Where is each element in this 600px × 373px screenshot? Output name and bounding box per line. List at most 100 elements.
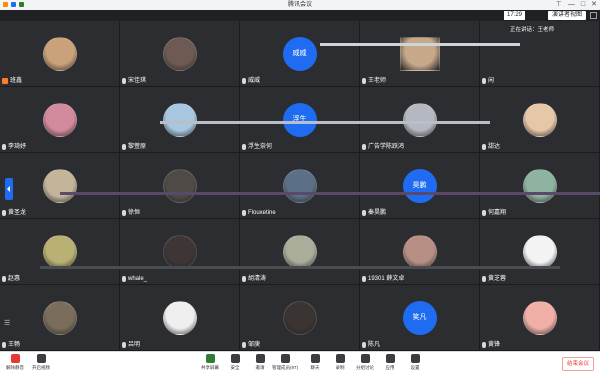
participant-name: 王老师 <box>362 77 386 85</box>
shield-icon <box>230 354 240 363</box>
participant-tile[interactable]: 宋佳琪 <box>120 21 240 87</box>
invite-button[interactable]: 邀请 <box>247 354 273 371</box>
participant-name-label: 王老师 <box>368 78 387 84</box>
participant-tile[interactable]: 广告学陈跃鸿 <box>360 87 480 153</box>
microphone-icon <box>10 354 20 363</box>
participant-tile[interactable]: 班鑫 <box>0 21 120 87</box>
participant-name-label: 胡清涛 <box>248 276 267 282</box>
participant-name: 黎萱原 <box>122 143 146 151</box>
mic-muted-icon <box>122 276 126 282</box>
participant-tile[interactable]: Flouxetine <box>240 153 360 219</box>
record-button[interactable]: 录制 <box>327 354 353 371</box>
microphone-button[interactable]: 解除静音 <box>2 354 28 371</box>
toolbar-label: 分组讨论 <box>356 365 374 370</box>
participant-name: 班鑫 <box>2 77 22 85</box>
participant-tile[interactable]: 黎萱原 <box>120 87 240 153</box>
participant-tile[interactable]: whale_ <box>120 219 240 285</box>
participant-tile[interactable]: 浮生 浮生奈何 <box>240 87 360 153</box>
avatar <box>162 301 197 335</box>
speaker-view-button[interactable]: 演讲者视图 <box>547 11 586 20</box>
participant-tile[interactable]: 吕明 <box>120 285 240 351</box>
menu-icon[interactable]: ☰ <box>4 320 12 328</box>
render-artifact <box>60 192 600 195</box>
participant-tile[interactable]: 胡清涛 <box>240 219 360 285</box>
participant-tile[interactable]: 王畅 <box>0 285 120 351</box>
avatar <box>522 301 557 335</box>
participant-tile[interactable]: 黄芝蓉 <box>480 219 600 285</box>
mic-muted-icon <box>482 144 486 150</box>
avatar <box>162 37 197 71</box>
mic-muted-icon <box>362 144 366 150</box>
participant-name-label: 陈凡 <box>368 342 381 348</box>
toolbar-label: 应用 <box>385 365 395 370</box>
minimize-icon[interactable]: — <box>568 0 575 10</box>
mic-muted-icon <box>122 78 126 84</box>
participant-name: 秦昊鹏 <box>362 209 386 217</box>
participant-name-label: 何嘉翔 <box>488 210 507 216</box>
apps-button[interactable]: 应用 <box>377 354 403 371</box>
participant-tile[interactable]: 王老师 <box>360 21 480 87</box>
settings-button[interactable]: 设置 <box>402 354 428 371</box>
participant-tile[interactable]: 李琦妤 <box>0 87 120 153</box>
participant-tile[interactable]: 何嘉翔 <box>480 153 600 219</box>
fullscreen-icon[interactable] <box>590 12 597 19</box>
camera-button[interactable]: 开启视频 <box>28 354 54 371</box>
window-controls: ⊤ — □ ✕ <box>556 0 597 10</box>
participant-name-label: 广告学陈跃鸿 <box>368 144 405 150</box>
participant-name: 李琦妤 <box>2 143 26 151</box>
participant-tile[interactable]: 邹庚 <box>240 285 360 351</box>
avatar <box>282 301 317 335</box>
participant-tile[interactable]: 威威 威威 <box>240 21 360 87</box>
avatar <box>42 301 77 335</box>
members-icon <box>280 354 290 363</box>
participant-name: 何嘉翔 <box>482 209 506 217</box>
chat-button[interactable]: 聊天 <box>302 354 328 371</box>
avatar <box>402 235 437 269</box>
participant-name-label: Flouxetine <box>248 210 276 216</box>
participant-tile[interactable]: 19301 薛文卓 <box>360 219 480 285</box>
avatar <box>42 37 77 71</box>
mic-muted-icon <box>2 342 6 348</box>
pin-icon[interactable]: ⊤ <box>556 0 562 10</box>
toolbar-label: 邀请 <box>255 365 265 370</box>
shield-button[interactable]: 安全 <box>222 354 248 371</box>
participant-tile[interactable]: 黄圣龙 <box>0 153 120 219</box>
window-title: 腾讯会议 <box>287 2 312 8</box>
mic-muted-icon <box>2 144 6 150</box>
avatar <box>42 103 77 137</box>
text-avatar: 威威 <box>282 37 317 71</box>
end-meeting-button[interactable]: 结束会议 <box>561 357 594 371</box>
mic-muted-icon <box>242 276 246 282</box>
speaking-indicator: 正在讲话：王老师 <box>509 27 554 33</box>
participant-name: 浮生奈何 <box>242 143 272 151</box>
members-button[interactable]: 管理成员(97) <box>272 354 298 371</box>
participant-name-label: 秦昊鹏 <box>368 210 387 216</box>
meeting-status-bar: 17:29 演讲者视图 <box>0 10 600 21</box>
mic-muted-icon <box>122 342 126 348</box>
participant-tile[interactable]: 赵惠 <box>0 219 120 285</box>
share-screen-button[interactable]: 共享屏幕 <box>197 354 223 371</box>
participant-name: 19301 薛文卓 <box>362 275 404 283</box>
participant-grid: 班鑫 宋佳琪 威威 威威 王老师闲李琦妤 黎萱原 浮生 浮生奈何 广告学陈跃鸿 甜达 黄圣龙 徐恒 Fl… <box>0 21 600 351</box>
meeting-toolbar: 结束会议 解除静音 开启视频 共享屏幕 安全 邀请 管理成员(97) 聊天 录制 分组讨论 应用 设… <box>0 351 600 373</box>
participant-name: Flouxetine <box>242 209 276 217</box>
maximize-icon[interactable]: □ <box>581 0 585 10</box>
mic-muted-icon <box>122 210 126 216</box>
close-icon[interactable]: ✕ <box>591 0 597 10</box>
meeting-clock: 17:29 <box>503 11 525 20</box>
participant-tile[interactable]: 笑凡 陈凡 <box>360 285 480 351</box>
avatar <box>522 235 557 269</box>
participant-tile[interactable]: 黄锋 <box>480 285 600 351</box>
render-artifact <box>40 266 560 269</box>
avatar <box>522 103 557 137</box>
participant-name-label: 浮生奈何 <box>248 144 273 150</box>
participant-tile[interactable]: 徐恒 <box>120 153 240 219</box>
participant-name: 邹庚 <box>242 341 260 349</box>
participant-name: 胡清涛 <box>242 275 266 283</box>
participant-tile[interactable]: 甜达 <box>480 87 600 153</box>
collapse-sidebar-button[interactable] <box>5 178 13 200</box>
breakout-button[interactable]: 分组讨论 <box>352 354 378 371</box>
avatar <box>402 103 437 137</box>
text-avatar: 昊鹏 <box>402 169 437 203</box>
participant-tile[interactable]: 昊鹏秦昊鹏 <box>360 153 480 219</box>
